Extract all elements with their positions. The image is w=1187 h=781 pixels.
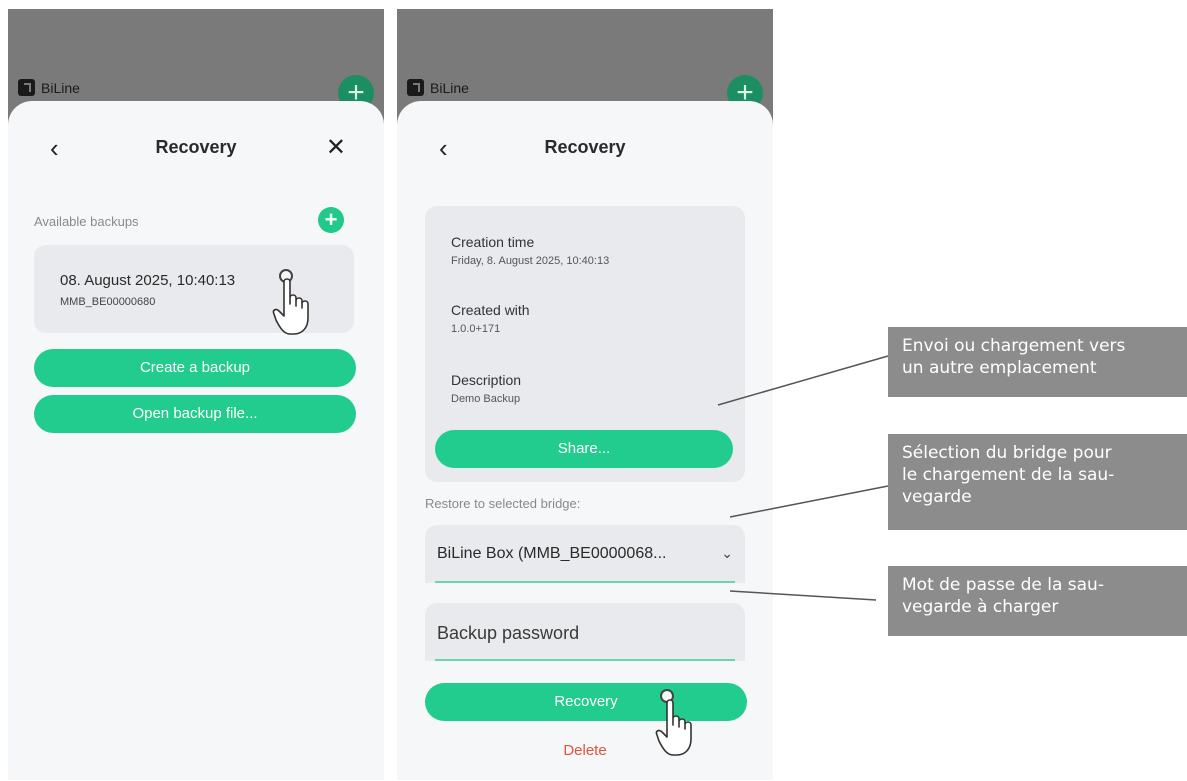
callout-password: Mot de passe de la sau- vegarde à charge… bbox=[888, 566, 1187, 636]
leader-line-bridge bbox=[729, 485, 889, 518]
callout-share: Envoi ou chargement vers un autre emplac… bbox=[888, 327, 1187, 397]
callout-bridge-selection: Sélection du bridge pour le chargement d… bbox=[888, 434, 1187, 530]
leader-line-share bbox=[717, 355, 889, 406]
leader-line-password bbox=[729, 590, 877, 601]
